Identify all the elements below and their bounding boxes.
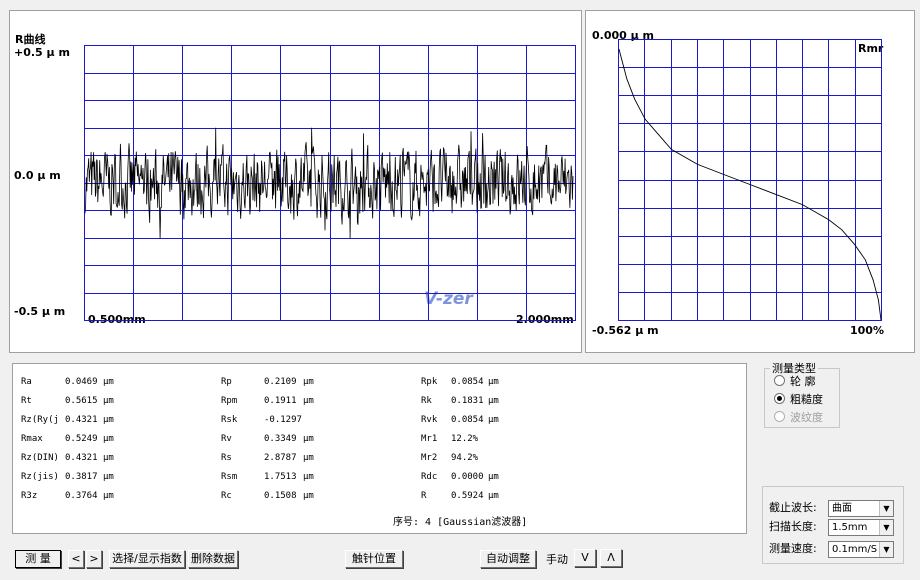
param-value: 0.5615 [65, 396, 98, 406]
param-unit: μm [488, 491, 499, 501]
manual-label: 手动 [546, 553, 568, 566]
param-name: Rmax [21, 434, 43, 444]
manual-up-button[interactable]: Λ [600, 549, 622, 567]
chevron-down-icon[interactable]: ▼ [879, 542, 893, 557]
param-value: 0.1508 [264, 491, 297, 501]
y-axis-mid-label: 0.0 μ m [14, 169, 61, 182]
radio-label: 粗糙度 [790, 393, 823, 406]
param-name: Mr1 [421, 434, 438, 444]
measure-type-radio-1[interactable]: 粗糙度 [774, 391, 823, 407]
param-unit: μm [103, 472, 114, 482]
param-value: 0.3764 [65, 491, 98, 501]
param-name: Rv [221, 434, 232, 444]
param-unit: μm [103, 377, 114, 387]
param-unit: μm [303, 491, 314, 501]
param-name: Rsk [221, 415, 238, 425]
param-name: Ra [21, 377, 32, 387]
select-display-index-button[interactable]: 选择/显示指数 [109, 550, 185, 568]
cutoff-select[interactable]: 曲面 ▼ [828, 500, 894, 517]
scan-length-label: 扫描长度: [769, 520, 817, 533]
parameters-panel: Ra 0.0469 μm Rt 0.5615 μm Rz(Ry(j 0.4321 μm Rmax 0… [12, 363, 747, 534]
param-value: 0.3349 [264, 434, 297, 444]
param-value: 1.7513 [264, 472, 297, 482]
param-name: Rz(DIN) [21, 453, 59, 463]
param-value: -0.1297 [264, 415, 302, 425]
param-name: Mr2 [421, 453, 438, 463]
sequence-filter-label: 序号: 4 [Gaussian滤波器] [393, 517, 528, 528]
param-name: Rvk [421, 415, 438, 425]
param-name: Rz(Ry(j [21, 415, 59, 425]
y-axis-bottom-label: -0.5 μ m [14, 305, 66, 318]
radio-circle-icon[interactable] [774, 393, 785, 404]
param-name: R [421, 491, 427, 501]
param-value: 2.8787 [264, 453, 297, 463]
param-unit: μm [103, 415, 114, 425]
param-name: Rs [221, 453, 232, 463]
measure-button[interactable]: 测 量 [15, 550, 61, 568]
y-axis-top-label: +0.5 μ m [14, 46, 70, 59]
param-value: 0.0854 [451, 377, 484, 387]
param-name: Rk [421, 396, 432, 406]
chevron-down-icon[interactable]: ▼ [879, 520, 893, 535]
param-value: 94.2% [451, 453, 479, 463]
manual-down-button[interactable]: V [574, 549, 596, 567]
stylus-position-button[interactable]: 触针位置 [345, 550, 403, 568]
mr-x-end-label: 100% [850, 324, 884, 337]
param-name: Rpk [421, 377, 438, 387]
param-unit: μm [488, 472, 499, 482]
param-name: Rp [221, 377, 232, 387]
param-unit: μm [303, 396, 314, 406]
param-value: 0.0854 [451, 415, 484, 425]
param-value: 0.3817 [65, 472, 98, 482]
prev-button[interactable]: < [68, 550, 84, 568]
param-unit: μm [488, 415, 499, 425]
radio-circle-icon [774, 411, 785, 422]
param-value: 0.1831 [451, 396, 484, 406]
cutoff-label: 截止波长: [769, 501, 817, 514]
param-unit: μm [103, 491, 114, 501]
param-value: 0.4321 [65, 415, 98, 425]
radio-label: 轮 廓 [790, 375, 816, 388]
param-value: 0.1911 [264, 396, 297, 406]
param-unit: μm [103, 453, 114, 463]
profile-chart-title: R曲线 [15, 33, 46, 46]
scan-length-select[interactable]: 1.5mm ▼ [828, 519, 894, 536]
param-value: 12.2% [451, 434, 479, 444]
chevron-down-icon[interactable]: ▼ [879, 501, 893, 516]
param-name: Rsm [221, 472, 238, 482]
measure-type-radio-2: 波纹度 [774, 409, 823, 425]
param-name: Rpm [221, 396, 238, 406]
delete-data-button[interactable]: 删除数据 [188, 550, 238, 568]
param-name: Rdc [421, 472, 438, 482]
material-ratio-plot [618, 39, 882, 321]
param-value: 0.5924 [451, 491, 484, 501]
param-unit: μm [303, 472, 314, 482]
param-value: 0.0469 [65, 377, 98, 387]
radio-label: 波纹度 [790, 411, 823, 424]
radio-circle-icon[interactable] [774, 375, 785, 386]
param-unit: μm [488, 377, 499, 387]
param-unit: μm [488, 396, 499, 406]
param-value: 0.5249 [65, 434, 98, 444]
speed-label: 测量速度: [769, 542, 817, 555]
param-value: 0.0000 [451, 472, 484, 482]
param-name: R3z [21, 491, 38, 501]
param-unit: μm [303, 434, 314, 444]
mr-y-bottom-label: -0.562 μ m [592, 324, 659, 337]
param-value: 0.2109 [264, 377, 297, 387]
param-value: 0.4321 [65, 453, 98, 463]
param-name: Rt [21, 396, 32, 406]
profile-chart-plot [84, 45, 576, 321]
param-unit: μm [303, 453, 314, 463]
param-name: Rz(jis) [21, 472, 59, 482]
auto-adjust-button[interactable]: 自动调整 [480, 550, 536, 568]
param-unit: μm [303, 377, 314, 387]
param-unit: μm [103, 434, 114, 444]
param-name: Rc [221, 491, 232, 501]
measure-type-radio-0[interactable]: 轮 廓 [774, 373, 816, 389]
speed-select[interactable]: 0.1mm/S ▼ [828, 541, 894, 558]
next-button[interactable]: > [86, 550, 102, 568]
param-unit: μm [103, 396, 114, 406]
